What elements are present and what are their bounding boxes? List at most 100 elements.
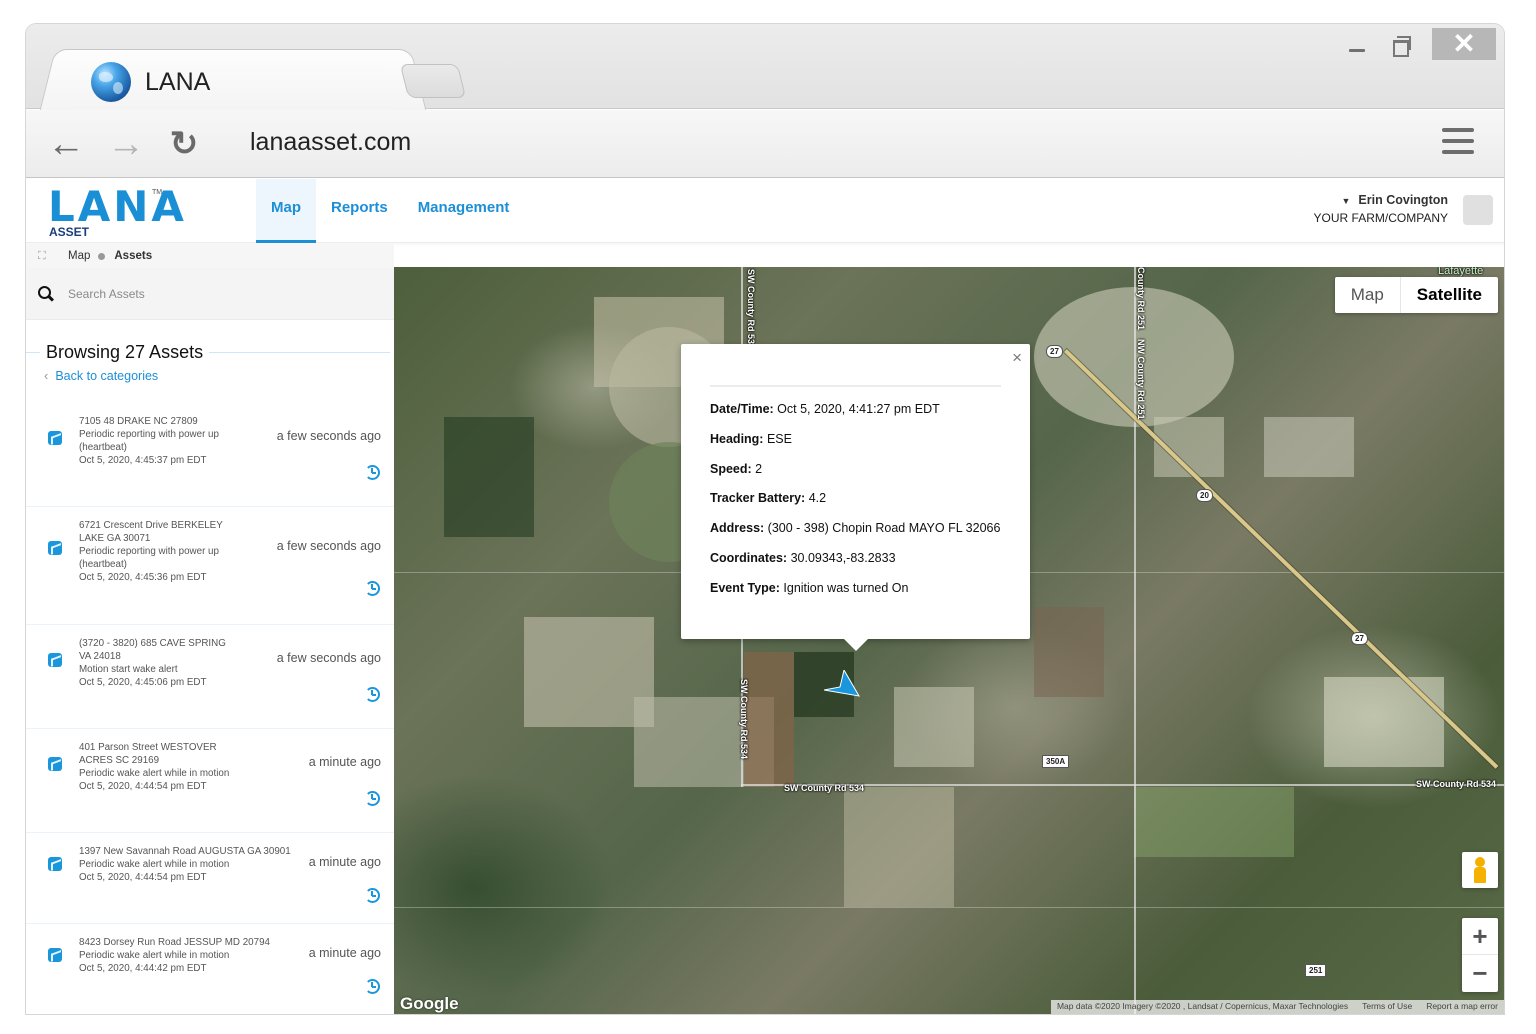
breadcrumb-map[interactable]: Map bbox=[68, 250, 90, 262]
row-value: 30.09343,-83.2833 bbox=[790, 550, 896, 565]
globe-favicon-icon bbox=[91, 62, 131, 102]
road-label: SW County Rd 534 bbox=[739, 679, 749, 760]
history-icon[interactable] bbox=[365, 888, 380, 903]
search-bar bbox=[26, 268, 394, 320]
asset-event: Periodic wake alert while in motion bbox=[79, 859, 230, 870]
asset-address: 401 Parson Street WESTOVER ACRES SC 2916… bbox=[79, 742, 217, 766]
asset-sidebar: Browsing 27 Assets ‹ Back to categories … bbox=[26, 268, 394, 1014]
main-nav: Map Reports Management bbox=[256, 179, 524, 243]
map-attribution: Map data ©2020 Imagery ©2020 , Landsat /… bbox=[1050, 1000, 1504, 1014]
asset-event: Periodic reporting with power up (heartb… bbox=[79, 429, 219, 453]
nav-tab-reports[interactable]: Reports bbox=[316, 179, 403, 243]
row-label: Speed: bbox=[710, 461, 752, 476]
asset-cube-icon bbox=[48, 948, 62, 962]
user-company: YOUR FARM/COMPANY bbox=[1313, 211, 1448, 225]
asset-ago: a few seconds ago bbox=[276, 539, 381, 553]
asset-event: Periodic wake alert while in motion bbox=[79, 768, 230, 779]
asset-info-popup: × Date/Time: Oct 5, 2020, 4:41:27 pm EDT… bbox=[681, 344, 1030, 651]
history-icon[interactable] bbox=[365, 979, 380, 994]
asset-ago: a minute ago bbox=[308, 946, 381, 960]
row-value: 4.2 bbox=[808, 491, 827, 506]
asset-datetime: Oct 5, 2020, 4:44:54 pm EDT bbox=[79, 781, 207, 792]
asset-cube-icon bbox=[48, 431, 62, 445]
highway-shield: 20 bbox=[1196, 489, 1213, 502]
history-icon[interactable] bbox=[365, 687, 380, 702]
popup-row-event-type: Event Type: Ignition was turned On bbox=[710, 581, 1000, 611]
close-icon[interactable]: × bbox=[1012, 348, 1022, 368]
user-menu[interactable]: ▼ Erin Covington YOUR FARM/COMPANY bbox=[1314, 193, 1448, 225]
history-icon[interactable] bbox=[365, 791, 380, 806]
avatar[interactable] bbox=[1463, 195, 1493, 225]
road-label: SW County Rd 534 bbox=[746, 269, 756, 350]
map-field bbox=[444, 417, 534, 537]
browse-header: Browsing 27 Assets bbox=[26, 342, 394, 366]
row-label: Address: bbox=[710, 521, 765, 536]
google-logo: Google bbox=[400, 994, 459, 1013]
close-window-button[interactable]: ✕ bbox=[1432, 28, 1496, 60]
highway-shield: 27 bbox=[1046, 345, 1063, 358]
row-label: Coordinates: bbox=[710, 550, 788, 565]
highway-shield: 251 bbox=[1305, 964, 1327, 977]
satellite-map[interactable]: SW County Rd 534 SW County Rd 534 SW Cou… bbox=[394, 267, 1504, 1014]
popup-row-coordinates: Coordinates: 30.09343,-83.2833 bbox=[710, 551, 1000, 581]
asset-address: 1397 New Savannah Road AUGUSTA GA 30901 bbox=[79, 846, 291, 857]
browser-tab[interactable]: LANA bbox=[60, 49, 406, 110]
logo-subtitle: ASSET bbox=[49, 225, 90, 239]
history-icon[interactable] bbox=[365, 581, 380, 596]
asset-address: (3720 - 3820) 685 CAVE SPRING VA 24018 bbox=[79, 638, 226, 662]
breadcrumb: ⛶ Map Assets bbox=[26, 244, 394, 268]
map-field bbox=[1324, 677, 1444, 767]
row-value: Oct 5, 2020, 4:41:27 pm EDT bbox=[777, 402, 940, 416]
row-label: Date/Time: bbox=[710, 402, 774, 416]
nav-tab-management[interactable]: Management bbox=[403, 179, 525, 243]
forward-arrow-icon[interactable]: → bbox=[106, 124, 146, 164]
asset-event: Periodic reporting with power up (heartb… bbox=[79, 546, 219, 570]
browser-toolbar: ← → ↻ lanaasset.com bbox=[26, 110, 1504, 178]
minimize-button[interactable] bbox=[1344, 42, 1370, 62]
caret-down-icon: ▼ bbox=[1341, 196, 1351, 206]
zoom-out-button[interactable]: − bbox=[1462, 955, 1498, 992]
hamburger-menu-icon[interactable] bbox=[1442, 128, 1474, 160]
road-label: NW County Rd 251 bbox=[1136, 339, 1146, 420]
logo-text: LANA bbox=[48, 182, 187, 231]
address-bar[interactable]: lanaasset.com bbox=[250, 128, 411, 157]
asset-ago: a minute ago bbox=[308, 755, 381, 769]
browse-title: Browsing 27 Assets bbox=[40, 342, 210, 363]
history-icon[interactable] bbox=[365, 465, 380, 480]
back-arrow-icon[interactable]: ← bbox=[46, 124, 86, 164]
terms-link[interactable]: Terms of Use bbox=[1362, 1001, 1412, 1013]
new-tab-button[interactable] bbox=[399, 64, 467, 98]
pegman-street-view-icon[interactable] bbox=[1462, 852, 1498, 888]
map-type-satellite-button[interactable]: Satellite bbox=[1399, 277, 1498, 313]
nav-tab-map[interactable]: Map bbox=[256, 179, 316, 243]
map-type-control: Map Satellite bbox=[1334, 277, 1498, 313]
asset-list-item[interactable]: (3720 - 3820) 685 CAVE SPRING VA 24018 M… bbox=[26, 625, 394, 729]
zoom-in-button[interactable]: + bbox=[1462, 918, 1498, 955]
asset-event: Periodic wake alert while in motion bbox=[79, 950, 230, 961]
asset-list-item[interactable]: 1397 New Savannah Road AUGUSTA GA 30901 … bbox=[26, 833, 394, 924]
road-label: County Rd 251 bbox=[1136, 267, 1146, 331]
asset-list-item[interactable]: 7105 48 DRAKE NC 27809 Periodic reportin… bbox=[26, 403, 394, 507]
reload-icon[interactable]: ↻ bbox=[164, 124, 204, 164]
map-type-map-button[interactable]: Map bbox=[1335, 277, 1400, 313]
highway-shield: 350A bbox=[1042, 755, 1070, 768]
asset-cube-icon bbox=[48, 857, 62, 871]
search-input[interactable] bbox=[68, 286, 348, 301]
asset-address: 8423 Dorsey Run Road JESSUP MD 20794 bbox=[79, 937, 270, 948]
restore-button[interactable] bbox=[1388, 34, 1414, 58]
back-label: Back to categories bbox=[55, 368, 159, 383]
report-error-link[interactable]: Report a map error bbox=[1426, 1001, 1498, 1013]
chevron-left-icon: ‹ bbox=[44, 368, 49, 383]
lana-logo[interactable]: LANA ASSET TM bbox=[48, 182, 187, 240]
highway bbox=[1064, 349, 1499, 769]
asset-cube-icon bbox=[48, 757, 62, 771]
back-to-categories-link[interactable]: ‹ Back to categories bbox=[44, 368, 394, 383]
asset-list-item[interactable]: 6721 Crescent Drive BERKELEY LAKE GA 300… bbox=[26, 507, 394, 625]
asset-ago: a few seconds ago bbox=[276, 429, 381, 443]
asset-list-item[interactable]: 8423 Dorsey Run Road JESSUP MD 20794 Per… bbox=[26, 924, 394, 1014]
asset-list-item[interactable]: 401 Parson Street WESTOVER ACRES SC 2916… bbox=[26, 729, 394, 833]
divider bbox=[710, 385, 1001, 387]
row-label: Event Type: bbox=[710, 580, 780, 595]
road bbox=[394, 907, 1504, 908]
asset-datetime: Oct 5, 2020, 4:45:06 pm EDT bbox=[79, 677, 207, 688]
